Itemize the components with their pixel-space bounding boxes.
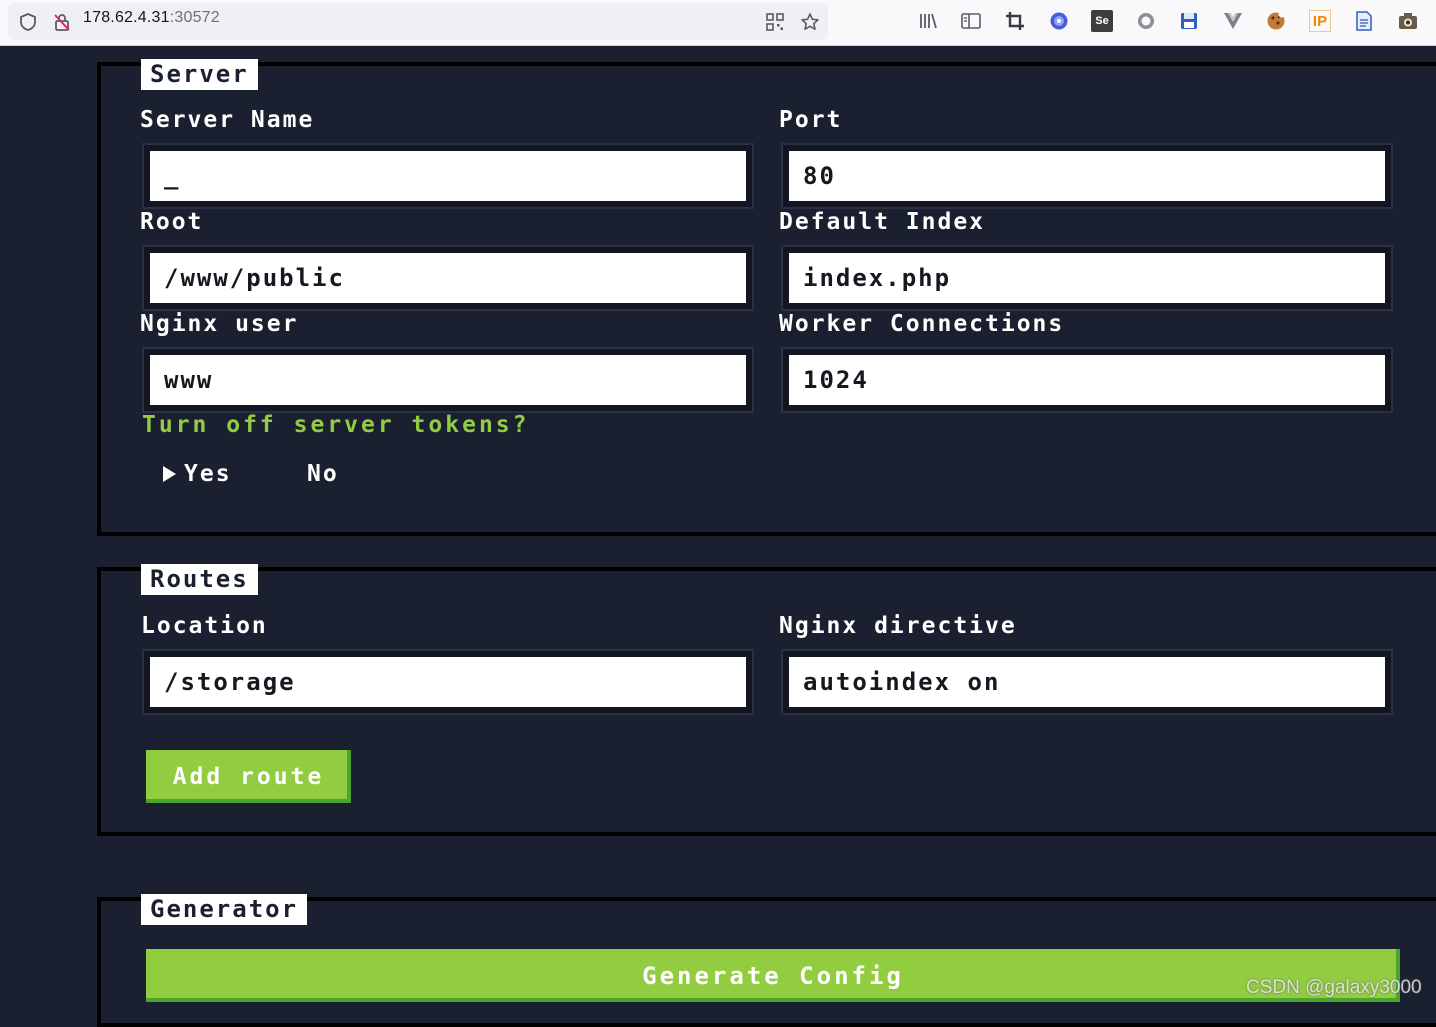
insecure-lock-icon[interactable] [51,11,73,33]
generate-config-button[interactable]: Generate Config [146,949,1400,1002]
camera-icon[interactable] [1397,10,1419,32]
worker-connections-label: Worker Connections [779,311,1065,337]
reader-view-icon[interactable] [960,10,982,32]
circle-icon[interactable] [1135,10,1157,32]
port-label: Port [779,107,843,133]
vue-icon[interactable] [1222,10,1244,32]
radio-yes-label: Yes [184,461,232,487]
browser-toolbar: 178.62.4.31:30572 Se IP [0,0,1436,46]
nginx-user-label: Nginx user [140,311,299,337]
worker-connections-input[interactable] [783,349,1391,411]
url-host: 178.62.4.31 [83,9,170,26]
default-index-label: Default Index [779,209,986,235]
radio-no-label: No [307,461,339,487]
root-input[interactable] [144,247,752,309]
nginx-directive-label: Nginx directive [779,613,1017,639]
url-text[interactable]: 178.62.4.31:30572 [83,9,220,27]
bookmark-star-icon[interactable] [798,10,822,34]
shield-icon[interactable] [17,11,39,33]
nginx-directive-input[interactable] [783,651,1391,713]
port-input[interactable] [783,145,1391,207]
root-label: Root [140,209,204,235]
crop-icon[interactable] [1004,10,1026,32]
library-icon[interactable] [917,10,939,32]
qr-code-icon[interactable] [764,11,786,33]
webext-icon[interactable] [1048,10,1070,32]
location-input[interactable] [144,651,752,713]
url-port: :30572 [169,9,220,26]
ip-icon[interactable]: IP [1309,10,1331,32]
notes-icon[interactable] [1353,10,1375,32]
radio-no[interactable]: No [307,461,339,487]
default-index-input[interactable] [783,247,1391,309]
nginx-user-input[interactable] [144,349,752,411]
server-tokens-question: Turn off server tokens? [142,412,530,438]
server-name-label: Server Name [140,107,315,133]
location-label: Location [141,613,268,639]
radio-yes[interactable]: Yes [163,461,232,487]
routes-legend: Routes [141,564,258,595]
cookie-icon[interactable] [1265,10,1287,32]
server-name-input[interactable] [144,145,752,207]
watermark: CSDN @galaxy3000 [1246,977,1422,998]
server-legend: Server [141,59,258,90]
selenium-icon[interactable]: Se [1091,10,1113,32]
selected-pointer-icon [163,466,176,482]
save-icon[interactable] [1178,10,1200,32]
generator-legend: Generator [141,894,308,925]
add-route-button[interactable]: Add route [146,750,351,803]
